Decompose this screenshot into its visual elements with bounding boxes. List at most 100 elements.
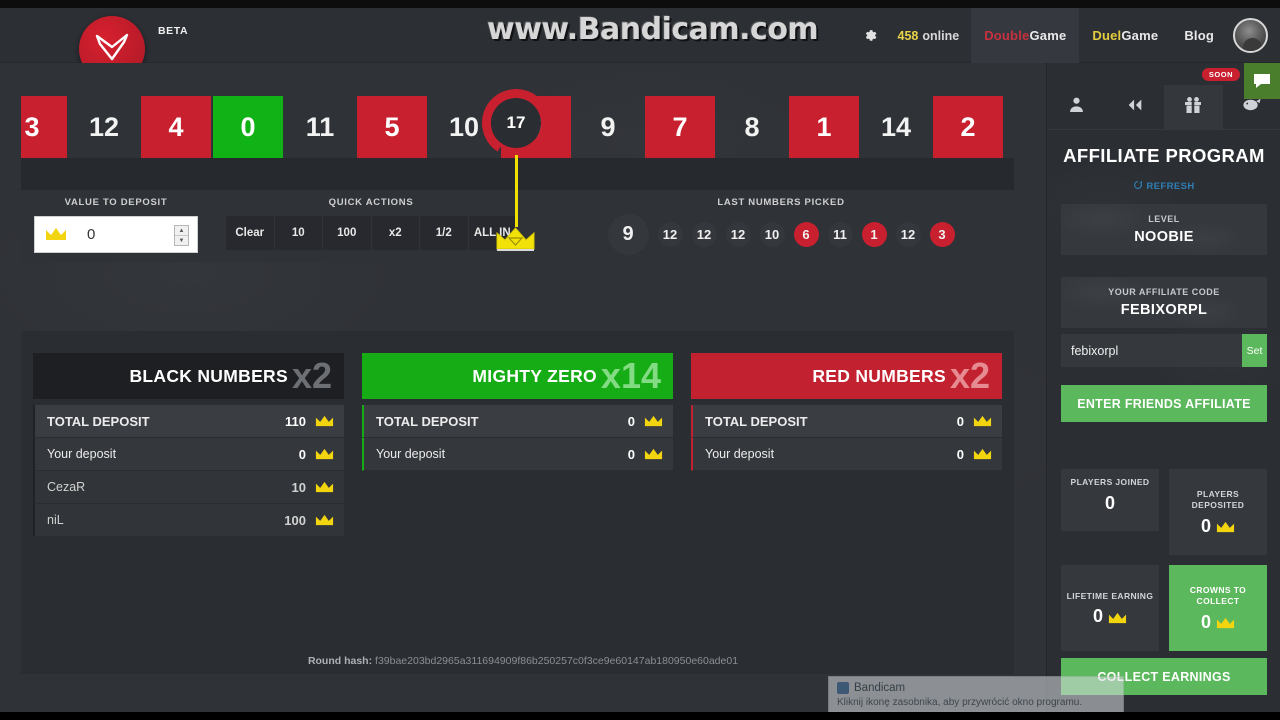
nav-duel-game-accent: Duel xyxy=(1092,28,1122,43)
crown-icon xyxy=(1216,612,1235,633)
level-value: NOOBIE xyxy=(1134,229,1194,245)
bandicam-icon xyxy=(837,682,849,694)
deposit-row-value: 0 xyxy=(627,446,635,462)
crown-icon xyxy=(1216,516,1235,537)
deposit-row-name: TOTAL DEPOSIT xyxy=(47,413,150,429)
player-deposit-row: niL 100 xyxy=(33,504,344,537)
strip-tile: 3 xyxy=(21,96,67,158)
sidebar-tab-chevrons-left[interactable] xyxy=(1106,85,1165,129)
last-number: 9 xyxy=(607,213,649,255)
affiliate-stat-label: PLAYERS JOINED xyxy=(1070,477,1150,487)
affiliate-stat-label: LIFETIME EARNING xyxy=(1066,590,1154,601)
your-deposit-row: Your deposit 0 xyxy=(691,438,1002,471)
nav-double-game[interactable]: Double Game xyxy=(971,8,1080,63)
deposit-row-name: Your deposit xyxy=(705,447,775,461)
level-card: LEVEL NOOBIE xyxy=(1061,204,1267,255)
affiliate-code-value: FEBIXORPL xyxy=(1120,302,1208,318)
affiliate-stat-card: PLAYERS DEPOSITED 0 xyxy=(1169,469,1267,555)
bet-panel-multiplier: x2 xyxy=(949,355,990,396)
online-label: online xyxy=(922,28,960,43)
total-deposit-row: TOTAL DEPOSIT 0 xyxy=(691,405,1002,438)
affiliate-stat-card: CROWNS TO COLLECT 0 xyxy=(1169,565,1267,651)
deposit-row-name: TOTAL DEPOSIT xyxy=(705,413,808,429)
affiliate-code-card: YOUR AFFILIATE CODE FEBIXORPL xyxy=(1061,277,1267,328)
crown-icon xyxy=(973,412,992,430)
deposit-row-value: 0 xyxy=(956,413,964,429)
crown-icon xyxy=(315,478,334,496)
timer-value: 17 xyxy=(491,98,541,148)
quick-action-clear[interactable]: Clear xyxy=(226,216,275,250)
chevrons-left-icon xyxy=(1126,98,1144,117)
bet-panel-red[interactable]: RED NUMBERS x2 TOTAL DEPOSIT 0 Your deposit 0 xyxy=(691,353,1002,471)
your-deposit-row: Your deposit 0 xyxy=(33,438,344,471)
deposit-row-name: TOTAL DEPOSIT xyxy=(376,413,479,429)
sidebar-tab-user[interactable] xyxy=(1047,85,1106,129)
stepper-down-icon[interactable]: ▼ xyxy=(175,236,188,245)
nav-blog[interactable]: Blog xyxy=(1171,8,1227,63)
screen-bottom-bar xyxy=(0,712,1280,720)
bet-panel-header: MIGHTY ZERO x14 xyxy=(362,353,673,399)
gear-icon[interactable] xyxy=(856,8,886,63)
online-counter: 458 online xyxy=(886,8,972,63)
nav-duel-game[interactable]: Duel Game xyxy=(1079,8,1171,63)
bet-panel-title: RED NUMBERS xyxy=(812,365,946,386)
refresh-button[interactable]: REFRESH xyxy=(1047,180,1280,192)
bet-panel-multiplier: x2 xyxy=(291,355,332,396)
deposit-stepper[interactable]: ▲ ▼ xyxy=(174,225,189,246)
deposit-row-value: 110 xyxy=(285,413,306,429)
affiliate-stat-value-wrap: 0 xyxy=(1201,516,1235,537)
last-number: 11 xyxy=(827,221,853,247)
strip-tile: 2 xyxy=(933,96,1003,158)
quick-action-100[interactable]: 100 xyxy=(323,216,372,250)
round-hash: Round hash: f39bae203bd2965a311694909f86… xyxy=(0,655,1046,667)
deposit-row-value: 10 xyxy=(291,479,306,495)
chat-icon[interactable] xyxy=(1244,63,1280,99)
browser-top-bar xyxy=(0,0,1280,8)
round-hash-label: Round hash: xyxy=(307,655,373,667)
quick-action-10[interactable]: 10 xyxy=(275,216,323,250)
game-area: 312401151069781142133 17 VALUE TO DEPOSI… xyxy=(0,63,1046,720)
bet-panel-title: MIGHTY ZERO xyxy=(472,365,597,386)
avatar[interactable] xyxy=(1233,18,1268,53)
affiliate-code-input[interactable] xyxy=(1061,334,1242,367)
crown-icon xyxy=(644,412,663,430)
enter-friends-affiliate-button[interactable]: ENTER FRIENDS AFFILIATE xyxy=(1061,385,1267,422)
nav-double-game-accent: Double xyxy=(984,28,1030,43)
affiliate-stat-value-wrap: 0 xyxy=(1093,606,1127,627)
affiliate-stat-label: CROWNS TO COLLECT xyxy=(1189,585,1247,606)
last-numbers-row: 9 12 12 12 10 6 11 1 12 3 xyxy=(561,213,1001,255)
deposit-row-value: 0 xyxy=(298,446,306,462)
strip-tile: 14 xyxy=(880,111,912,142)
total-deposit-row: TOTAL DEPOSIT 110 xyxy=(33,405,344,438)
bet-panel-green[interactable]: MIGHTY ZERO x14 TOTAL DEPOSIT 0 Your deposit… xyxy=(362,353,673,471)
pointer-line xyxy=(515,155,518,227)
nav-duel-game-label: Game xyxy=(1121,28,1159,43)
bet-panel-black[interactable]: BLACK NUMBERS x2 TOTAL DEPOSIT 110 Your depo… xyxy=(33,353,344,537)
deposit-row-name: Your deposit xyxy=(47,447,117,461)
quick-action-1-2[interactable]: 1/2 xyxy=(420,216,469,250)
player-deposit-row: CezaR 10 xyxy=(33,471,344,504)
affiliate-stat-card: LIFETIME EARNING 0 xyxy=(1061,565,1159,651)
bet-panel-rows: TOTAL DEPOSIT 0 Your deposit 0 xyxy=(362,405,673,471)
deposit-value[interactable]: 0 xyxy=(87,226,95,243)
set-button[interactable]: Set xyxy=(1242,334,1267,367)
stepper-up-icon[interactable]: ▲ xyxy=(175,226,188,236)
sidebar-tab-gift[interactable] xyxy=(1164,85,1223,129)
affiliate-stat-card: PLAYERS JOINED 0 xyxy=(1061,469,1159,531)
quick-actions-block: QUICK ACTIONS Clear 10 100 x2 1/2 ALL IN xyxy=(226,197,516,250)
last-number: 3 xyxy=(929,221,955,247)
quick-action-x2[interactable]: x2 xyxy=(372,216,420,250)
deposit-input-wrap[interactable]: 0 ▲ ▼ xyxy=(34,216,198,253)
strip-tile: 13 xyxy=(1005,96,1014,158)
strip-tile: 9 xyxy=(600,111,616,142)
toast-title-row: Bandicam xyxy=(837,682,1115,694)
total-deposit-row: TOTAL DEPOSIT 0 xyxy=(362,405,673,438)
refresh-label: REFRESH xyxy=(1146,181,1195,192)
last-number: 1 xyxy=(861,221,887,247)
toast-title: Bandicam xyxy=(854,682,906,694)
your-deposit-row: Your deposit 0 xyxy=(362,438,673,471)
last-numbers-label: LAST NUMBERS PICKED xyxy=(717,197,845,208)
deposit-row-name: Your deposit xyxy=(376,447,446,461)
last-number: 10 xyxy=(759,221,785,247)
bet-panel-multiplier: x14 xyxy=(600,355,661,396)
